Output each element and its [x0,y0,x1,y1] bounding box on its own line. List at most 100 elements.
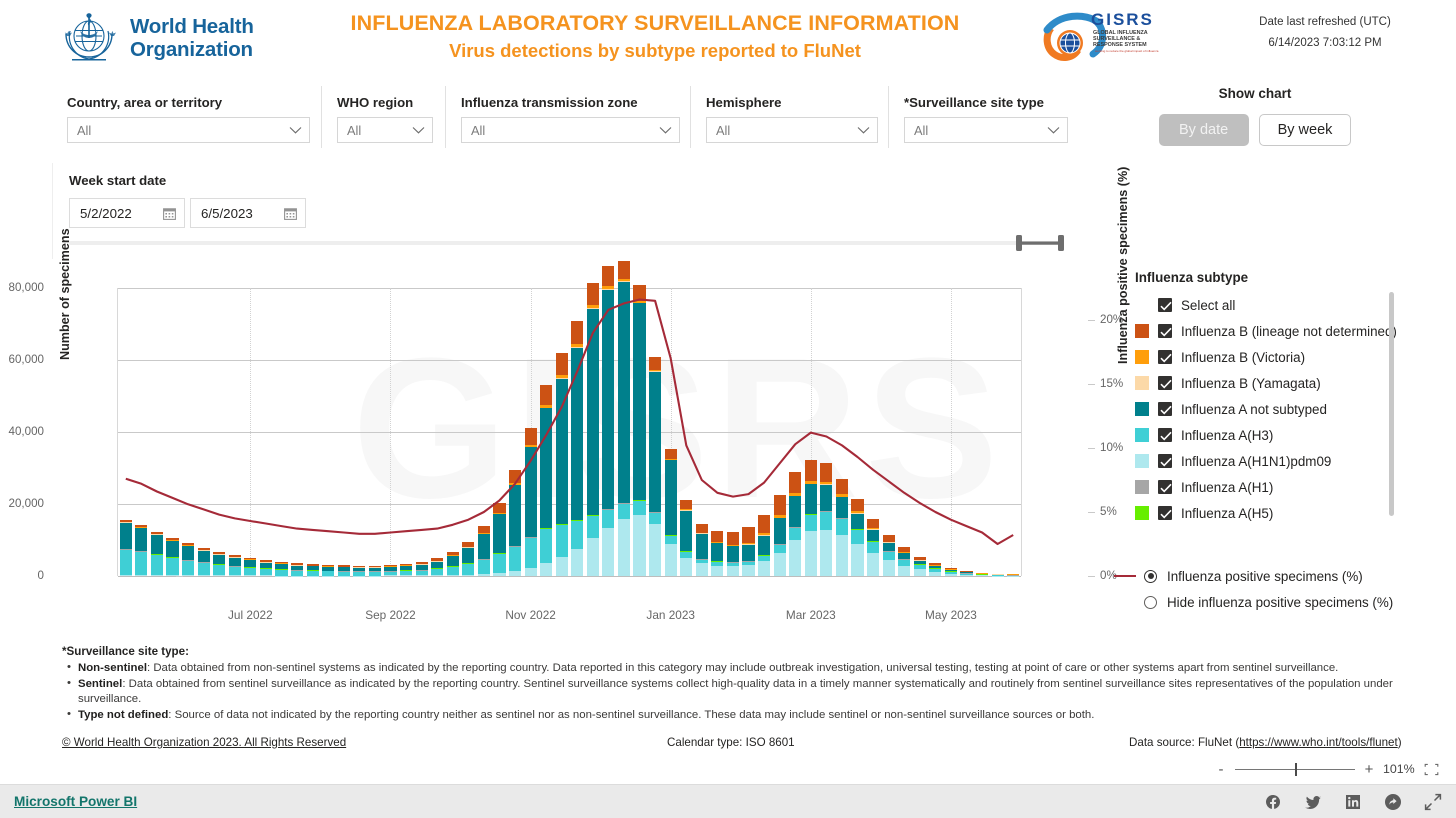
filter-hemisphere-dropdown[interactable]: All [706,117,878,143]
legend-item-checkbox[interactable] [1158,506,1172,520]
check-icon [1160,405,1172,415]
y-axis-tick-left: 60,000 [0,353,44,366]
line-series-options[interactable]: Influenza positive specimens (%) Hide in… [1114,563,1434,615]
chevron-down-icon [412,126,425,134]
share-icon[interactable] [1384,793,1402,811]
legend-color-swatch [1135,324,1149,338]
x-axis-tick: Nov 2022 [505,608,556,622]
filter-hemisphere-value: All [716,123,730,138]
svg-text:working to reduce the global i: working to reduce the global impact of i… [1095,49,1159,53]
legend-item-checkbox[interactable] [1158,376,1172,390]
date-range-slider-track[interactable] [69,241,1064,245]
y-axis-tick-left: 0 [0,569,44,582]
legend-item-label: Influenza B (lineage not determined) [1181,324,1397,339]
radio-show-positive-specimens-label: Influenza positive specimens (%) [1167,569,1363,584]
legend-item-checkbox[interactable] [1158,324,1172,338]
x-axis-line [118,576,1021,577]
footer-row: © World Health Organization 2023. All Ri… [0,736,1456,754]
y-axis-tick-left: 80,000 [0,281,44,294]
page-header: World Health Organization INFLUENZA LABO… [0,0,1456,78]
footnote-text: : Source of data not indicated by the re… [168,709,1094,721]
zoom-in-button[interactable]: + [1364,761,1374,778]
svg-text:GISRS: GISRS [1091,10,1154,29]
y-axis-label-left: Number of specimens [58,228,72,360]
chevron-down-icon [857,126,870,134]
filter-country-value: All [77,123,91,138]
y-axis-tick-mark [1088,448,1095,449]
page-title-sub: Virus detections by subtype reported to … [330,39,980,63]
legend-item-checkbox[interactable] [1158,350,1172,364]
legend-color-swatch [1135,480,1149,494]
legend-item-label: Influenza A(H5) [1181,506,1273,521]
show-chart-toggle: Show chart By date By week [1130,86,1380,146]
plot-area[interactable]: 020,00040,00060,00080,0000%5%10%15%20%Ju… [118,288,1021,576]
zoom-out-button[interactable]: - [1216,761,1226,778]
date-range-slider-handles[interactable] [1016,234,1064,252]
filter-bar: Country, area or territory All WHO regio… [52,86,1079,148]
data-source-link[interactable]: https://www.who.int/tools/flunet [1239,736,1398,749]
powerbi-link[interactable]: Microsoft Power BI [14,794,137,809]
y-axis-tick-mark [1088,512,1095,513]
footnote-item: Type not defined: Source of data not ind… [62,708,1447,724]
filter-hemisphere-label: Hemisphere [706,95,876,110]
legend-item-label: Influenza A(H3) [1181,428,1273,443]
zoom-control[interactable]: - + 101% [1216,758,1446,780]
legend-item-checkbox[interactable] [1158,428,1172,442]
legend-item-label: Influenza B (Victoria) [1181,350,1305,365]
linkedin-icon[interactable] [1344,793,1362,811]
show-chart-by-week-button[interactable]: By week [1259,114,1352,146]
fullscreen-icon[interactable] [1424,763,1439,776]
twitter-icon[interactable] [1304,794,1322,810]
y-axis-tick-right: 5% [1100,505,1140,518]
copyright-link[interactable]: © World Health Organization 2023. All Ri… [62,736,346,749]
line-series-option-show[interactable]: Influenza positive specimens (%) [1114,563,1434,589]
radio-hide-positive-specimens[interactable] [1144,596,1157,609]
week-start-date-from-value: 5/2/2022 [80,206,132,221]
y-axis-right-line [1021,288,1022,576]
facebook-icon[interactable] [1264,793,1282,811]
chevron-down-icon [1047,126,1060,134]
footnote-text: : Data obtained from sentinel surveillan… [78,678,1393,706]
zoom-level-value: 101% [1383,762,1415,776]
filter-surveillance-site-type-dropdown[interactable]: All [904,117,1068,143]
filter-transmission-zone-dropdown[interactable]: All [461,117,680,143]
y-axis-tick-mark [1088,320,1095,321]
social-links[interactable] [1264,793,1442,811]
legend-panel[interactable]: Influenza subtype Select all Influenza B… [1135,270,1435,526]
zoom-slider-thumb[interactable] [1295,763,1297,776]
line-series-option-hide[interactable]: Hide influenza positive specimens (%) [1114,589,1434,615]
expand-icon[interactable] [1424,793,1442,811]
zoom-slider-track[interactable] [1235,769,1355,770]
refreshed-value: 6/14/2023 7:03:12 PM [1210,33,1440,54]
y-axis-tick-mark [1088,384,1095,385]
filter-hemisphere: Hemisphere All [691,86,889,148]
legend-item-checkbox[interactable] [1158,402,1172,416]
filter-who-region-dropdown[interactable]: All [337,117,433,143]
chart-container[interactable]: GISRS Number of specimens Influenza posi… [52,264,1086,640]
check-icon [1160,457,1172,467]
legend-scrollbar[interactable] [1389,292,1394,516]
bar-segment [602,266,614,286]
legend-item-checkbox[interactable] [1158,480,1172,494]
y-axis-tick-right: 20% [1100,313,1140,326]
positivity-line-key [1114,575,1136,577]
legend-color-swatch [1135,376,1149,390]
legend-item-checkbox[interactable] [1158,454,1172,468]
week-start-date-from-input[interactable]: 5/2/2022 [69,198,185,228]
filter-transmission-zone: Influenza transmission zone All [446,86,691,148]
footnote-text: : Data obtained from non-sentinel system… [147,662,1338,674]
x-axis-tick: Jul 2022 [228,608,273,622]
who-emblem-icon [58,10,120,68]
show-chart-by-date-button[interactable]: By date [1159,114,1249,146]
y-axis-tick-right: 10% [1100,441,1140,454]
who-wordmark-line1: World Health [130,16,254,39]
legend-item-label: Influenza A(H1N1)pdm09 [1181,454,1331,469]
week-start-date-to-input[interactable]: 6/5/2023 [190,198,306,228]
week-start-date-panel: Week start date 5/2/2022 6/5/2023 [52,163,1079,259]
x-axis-tick: Mar 2023 [786,608,836,622]
chevron-down-icon [659,126,672,134]
radio-show-positive-specimens[interactable] [1144,570,1157,583]
filter-surveillance-site-type-label: *Surveillance site type [904,95,1067,110]
legend-select-all-checkbox[interactable] [1158,298,1172,312]
filter-country-dropdown[interactable]: All [67,117,310,143]
